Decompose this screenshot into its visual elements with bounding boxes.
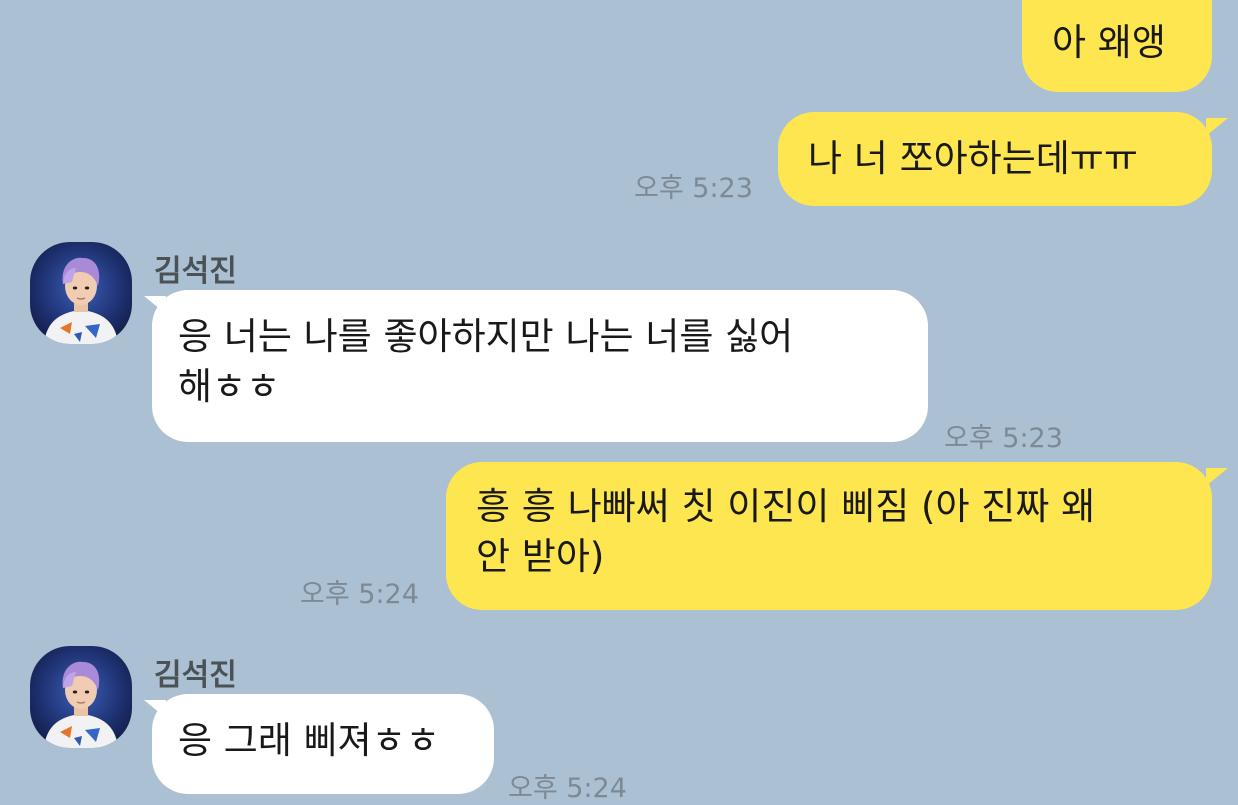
their-message-bubble[interactable]: 응 그래 삐져ㅎㅎ (152, 694, 494, 794)
chat-area: 아 왜앵 나 너 쪼아하는데ㅠㅠ 오후 5:23 김석진 응 너는 나를 좋아하… (0, 0, 1238, 804)
message-text: 아 왜앵 (1052, 21, 1166, 64)
profile-photo-icon (30, 646, 132, 748)
message-text: 응 그래 삐져ㅎㅎ (178, 719, 440, 762)
bubble-tail (1206, 468, 1228, 486)
my-message-bubble[interactable]: 흥 흥 나빠써 칫 이진이 삐짐 (아 진짜 왜 안 받아) (446, 462, 1212, 610)
my-message-bubble[interactable]: 나 너 쪼아하는데ㅠㅠ (778, 112, 1212, 206)
message-time: 오후 5:24 (300, 579, 419, 610)
message-text: 응 너는 나를 좋아하지만 나는 너를 싫어 해ㅎㅎ (178, 315, 794, 408)
avatar[interactable] (30, 646, 132, 748)
their-message-bubble[interactable]: 응 너는 나를 좋아하지만 나는 너를 싫어 해ㅎㅎ (152, 290, 928, 442)
message-time: 오후 5:24 (508, 773, 627, 804)
my-message-bubble[interactable]: 아 왜앵 (1022, 0, 1212, 92)
sender-name: 김석진 (154, 254, 237, 289)
message-time: 오후 5:23 (634, 173, 753, 204)
avatar[interactable] (30, 242, 132, 344)
message-text: 나 너 쪼아하는데ㅠㅠ (808, 137, 1138, 180)
message-text: 흥 흥 나빠써 칫 이진이 삐짐 (아 진짜 왜 안 받아) (476, 485, 1096, 578)
profile-photo-icon (30, 242, 132, 344)
message-time: 오후 5:23 (944, 423, 1063, 454)
bubble-tail (1206, 118, 1228, 136)
sender-name: 김석진 (154, 658, 237, 693)
